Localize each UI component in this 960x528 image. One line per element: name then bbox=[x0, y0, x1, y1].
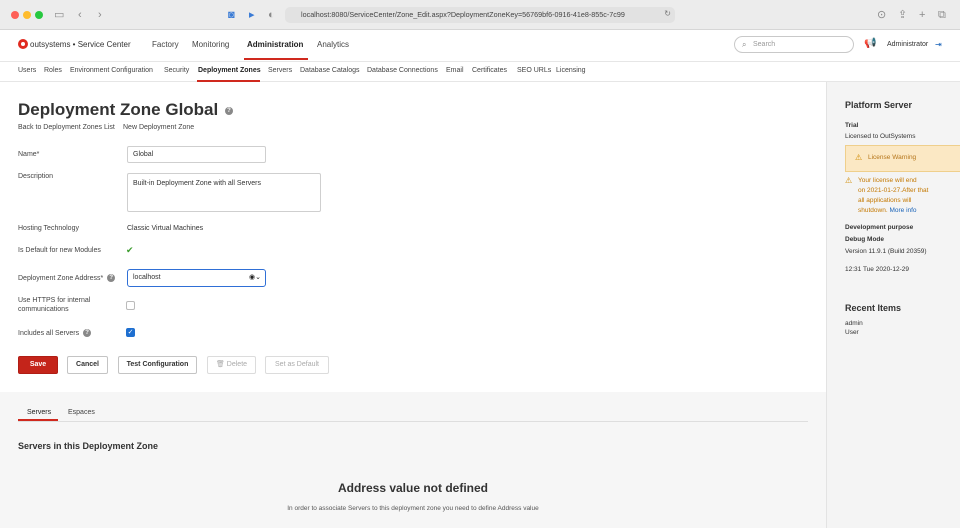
tab-servers[interactable]: Servers bbox=[27, 409, 51, 416]
name-label: Name* bbox=[18, 151, 40, 158]
search-icon: ⌕ bbox=[742, 40, 747, 49]
address-field[interactable]: localhost ◉⌄ bbox=[127, 269, 266, 287]
download-icon[interactable]: ⊙ bbox=[877, 8, 886, 22]
active-nav-indicator bbox=[244, 58, 308, 60]
minimize-window-button[interactable] bbox=[23, 11, 31, 19]
address-bar[interactable]: localhost:8080/ServiceCenter/Zone_Edit.a… bbox=[285, 7, 675, 23]
subnav-deployment-zones[interactable]: Deployment Zones bbox=[198, 67, 261, 74]
nav-monitoring[interactable]: Monitoring bbox=[192, 40, 229, 49]
version-text: Version 11.9.1 (Build 20359) bbox=[845, 248, 927, 255]
close-window-button[interactable] bbox=[11, 11, 19, 19]
https-label-line2: communications bbox=[18, 306, 69, 313]
subnav-certificates[interactable]: Certificates bbox=[472, 67, 507, 74]
reload-icon[interactable]: ↻ bbox=[664, 9, 671, 18]
sidebar-toggle-icon[interactable]: ▭ bbox=[54, 8, 64, 22]
subnav-security[interactable]: Security bbox=[164, 67, 189, 74]
license-warning-text: Your license will end on 2021-01-27.Afte… bbox=[858, 177, 929, 214]
page-title: Deployment Zone Global ? bbox=[18, 100, 233, 120]
recent-items-title: Recent Items bbox=[845, 303, 902, 313]
subnav-database-connections[interactable]: Database Connections bbox=[367, 67, 438, 74]
recent-item-type: User bbox=[845, 329, 859, 336]
url-text: localhost:8080/ServiceCenter/Zone_Edit.a… bbox=[301, 10, 625, 19]
test-configuration-button[interactable]: Test Configuration bbox=[118, 356, 197, 374]
nav-factory[interactable]: Factory bbox=[152, 40, 179, 49]
tab-divider bbox=[18, 421, 808, 422]
name-field[interactable]: Global bbox=[127, 146, 266, 163]
nav-analytics[interactable]: Analytics bbox=[317, 40, 349, 49]
includes-all-servers-checkbox[interactable]: ✓ bbox=[126, 328, 135, 337]
recent-item-link[interactable]: admin bbox=[845, 320, 863, 327]
delete-button[interactable]: 🗑 Delete bbox=[207, 356, 256, 374]
new-deployment-zone-link[interactable]: New Deployment Zone bbox=[123, 124, 194, 131]
forward-icon[interactable]: › bbox=[98, 8, 102, 22]
search-input[interactable]: ⌕ Search bbox=[734, 36, 854, 53]
more-info-link[interactable]: More info bbox=[889, 207, 916, 214]
subnav-seo-urls[interactable]: SEO URLs bbox=[517, 67, 551, 74]
help-icon[interactable]: ? bbox=[224, 106, 233, 115]
subnav-database-catalogs[interactable]: Database Catalogs bbox=[300, 67, 360, 74]
description-label: Description bbox=[18, 173, 54, 180]
shield-icon[interactable]: ◙ bbox=[228, 8, 235, 22]
subnav-users[interactable]: Users bbox=[18, 67, 36, 74]
license-type: Trial bbox=[845, 122, 859, 129]
zoom-window-button[interactable] bbox=[35, 11, 43, 19]
empty-state-title: Address value not defined bbox=[337, 481, 489, 495]
https-label-line1: Use HTTPS for internal bbox=[18, 297, 91, 304]
warning-icon: ⚠ bbox=[845, 176, 853, 185]
outsystems-logo-icon bbox=[18, 39, 28, 49]
platform-server-title: Platform Server bbox=[845, 100, 913, 110]
active-subnav-indicator bbox=[197, 80, 260, 82]
extension-icon[interactable]: ▸ bbox=[249, 8, 255, 22]
licensed-to-link[interactable]: Licensed to OutSystems bbox=[845, 133, 915, 140]
includes-all-servers-label: Includes all Servers ? bbox=[18, 329, 92, 337]
default-label: Is Default for new Modules bbox=[18, 247, 101, 254]
https-checkbox[interactable] bbox=[126, 301, 135, 310]
debug-mode-text: Debug Mode bbox=[845, 236, 884, 243]
notification-icon[interactable]: 📢 bbox=[864, 38, 876, 49]
back-icon[interactable]: ‹ bbox=[78, 8, 82, 22]
hosting-technology-value: Classic Virtual Machines bbox=[127, 225, 204, 232]
servers-section-title: Servers in this Deployment Zone bbox=[18, 441, 159, 451]
nav-administration[interactable]: Administration bbox=[247, 40, 303, 49]
address-label: Deployment Zone Address* ? bbox=[18, 274, 116, 282]
logout-icon[interactable]: ⇥ bbox=[935, 40, 942, 49]
tab-espaces[interactable]: Espaces bbox=[68, 409, 95, 416]
back-to-list-link[interactable]: Back to Deployment Zones List bbox=[18, 124, 115, 131]
tabs-overview-icon[interactable]: ⧉ bbox=[938, 8, 946, 22]
purpose-text: Development purpose bbox=[845, 224, 914, 231]
description-value: Built-in Deployment Zone with all Server… bbox=[133, 180, 261, 187]
license-warning-label: License Warning bbox=[868, 154, 917, 161]
user-menu[interactable]: Administrator bbox=[887, 41, 928, 48]
search-placeholder: Search bbox=[753, 41, 776, 48]
description-field[interactable]: Built-in Deployment Zone with all Server… bbox=[127, 173, 321, 212]
trash-icon: 🗑 bbox=[215, 361, 225, 368]
empty-state-text: In order to associate Servers to this de… bbox=[287, 505, 539, 512]
hosting-technology-label: Hosting Technology bbox=[18, 225, 79, 232]
cancel-button[interactable]: Cancel bbox=[67, 356, 108, 374]
help-icon[interactable]: ? bbox=[83, 329, 92, 337]
checkmark-icon: ✔ bbox=[126, 245, 134, 255]
help-icon[interactable]: ? bbox=[107, 274, 116, 282]
logo-text: outsystems • Service Center bbox=[30, 40, 131, 49]
active-tab-indicator bbox=[18, 419, 58, 421]
privacy-icon[interactable]: ◐ bbox=[268, 8, 275, 22]
save-button[interactable]: Save bbox=[18, 356, 58, 374]
subnav-licensing[interactable]: Licensing bbox=[556, 67, 586, 74]
share-icon[interactable]: ⇪ bbox=[898, 8, 907, 22]
set-as-default-button[interactable]: Set as Default bbox=[265, 356, 329, 374]
subnav-environment-configuration[interactable]: Environment Configuration bbox=[70, 67, 153, 74]
server-time: 12:31 Tue 2020-12-29 bbox=[845, 266, 909, 273]
autofill-icon[interactable]: ◉⌄ bbox=[249, 273, 261, 281]
subnav-email[interactable]: Email bbox=[446, 67, 464, 74]
warning-icon: ⚠ bbox=[855, 153, 863, 162]
address-value: localhost bbox=[133, 274, 161, 281]
subnav-roles[interactable]: Roles bbox=[44, 67, 62, 74]
name-value: Global bbox=[133, 151, 154, 158]
new-tab-icon[interactable]: + bbox=[919, 8, 925, 22]
subnav-servers[interactable]: Servers bbox=[268, 67, 292, 74]
